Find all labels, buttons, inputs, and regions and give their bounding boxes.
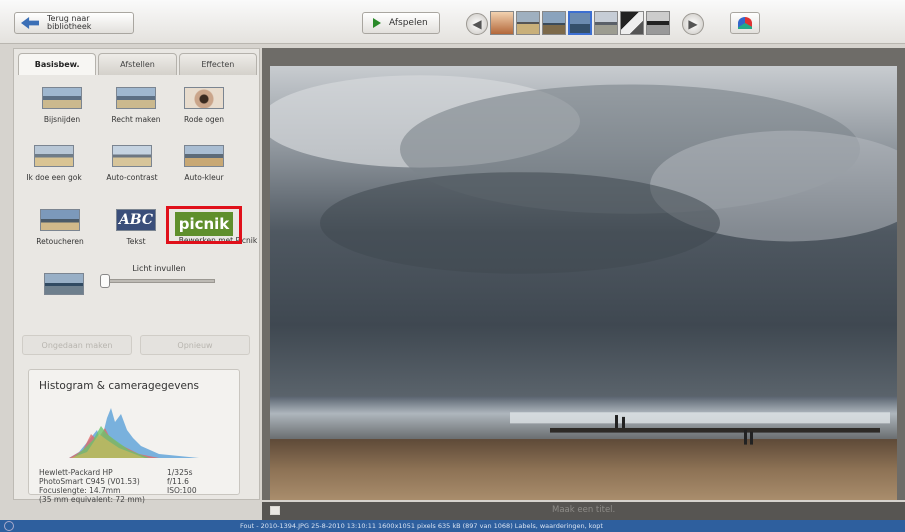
photo-viewer — [262, 48, 905, 500]
fill-light-label: Licht invullen — [132, 264, 186, 273]
fill-light-slider[interactable] — [100, 274, 215, 288]
filmstrip-thumbnail[interactable] — [646, 11, 670, 35]
tool-label: Auto-contrast — [106, 173, 158, 182]
tab-adjust[interactable]: Afstellen — [98, 53, 177, 75]
tool-crop[interactable]: Bijsnijden — [22, 87, 102, 124]
back-to-library-button[interactable]: Terug naar bibliotheek — [14, 12, 134, 34]
edit-tabs: Basisbew. Afstellen Effecten — [14, 49, 261, 75]
tab-effects[interactable]: Effecten — [178, 53, 257, 75]
fill-light-control: Licht invullen — [99, 264, 219, 288]
tool-retouch[interactable]: Retoucheren — [20, 209, 100, 246]
right-arrow-icon: ▶ — [688, 17, 698, 31]
fill-light-icon — [44, 273, 84, 295]
photo-title-input[interactable]: Maak een titel. — [552, 505, 615, 515]
tool-text[interactable]: ABC Tekst — [96, 209, 176, 246]
next-photo-button[interactable]: ▶ — [682, 13, 704, 35]
redo-button[interactable]: Opnieuw — [140, 335, 250, 355]
status-info-icon[interactable] — [4, 521, 14, 531]
straighten-icon — [116, 87, 156, 109]
top-toolbar: Terug naar bibliotheek Afspelen ◀ ▶ — [0, 0, 905, 44]
play-label: Afspelen — [389, 18, 428, 28]
tool-red-eye[interactable]: Rode ogen — [164, 87, 244, 124]
edit-panel: Basisbew. Afstellen Effecten Bijsnijden … — [13, 48, 261, 504]
filmstrip-thumbnail[interactable] — [620, 11, 644, 35]
filmstrip-thumbnail-current[interactable] — [568, 11, 592, 35]
picnik-highlight[interactable]: picnik — [166, 206, 242, 244]
slider-knob[interactable] — [100, 274, 110, 288]
color-wheel-icon — [738, 17, 752, 29]
camera-line: Hewlett-Packard HP — [39, 468, 113, 477]
filmstrip-thumbnail[interactable] — [490, 11, 514, 35]
tool-label: Bijsnijden — [43, 115, 81, 124]
photo-title-bar: Maak een titel. — [262, 502, 905, 520]
undo-button[interactable]: Ongedaan maken — [22, 335, 132, 355]
auto-color-icon — [184, 145, 224, 167]
tool-auto-contrast[interactable]: Auto-contrast — [92, 145, 172, 182]
auto-contrast-icon — [112, 145, 152, 167]
camera-line: Focuslengte: 14.7mm — [39, 486, 121, 495]
crop-icon — [42, 87, 82, 109]
filmstrip-thumbnail[interactable] — [542, 11, 566, 35]
exposure-line: f/11.6 — [167, 477, 189, 486]
color-tool-button[interactable] — [730, 12, 760, 34]
tool-auto-color[interactable]: Auto-kleur — [164, 145, 244, 182]
histogram-title: Histogram & cameragegevens — [39, 380, 200, 392]
camera-info: Hewlett-Packard HP PhotoSmart C945 (V01.… — [39, 468, 145, 504]
filmstrip-thumbnail[interactable] — [516, 11, 540, 35]
tool-label: Ik doe een gok — [26, 173, 82, 182]
tool-label: Auto-kleur — [184, 173, 224, 182]
back-arrow-icon — [21, 17, 39, 29]
camera-line: (35 mm equivalent: 72 mm) — [39, 495, 145, 504]
exposure-line: ISO:100 — [167, 486, 197, 495]
tab-basic-edit[interactable]: Basisbew. — [18, 53, 97, 75]
tool-label: Retoucheren — [36, 237, 84, 246]
red-eye-icon — [184, 87, 224, 109]
tool-label: Tekst — [126, 237, 146, 246]
camera-line: PhotoSmart C945 (V01.53) — [39, 477, 140, 486]
tool-auto-fix[interactable]: Ik doe een gok — [14, 145, 94, 182]
picnik-icon: picnik — [175, 212, 233, 236]
histogram-panel: Histogram & cameragegevens Hewlett-Packa… — [28, 369, 240, 504]
tool-label: Rode ogen — [184, 115, 224, 124]
back-label-line2: bibliotheek — [47, 22, 92, 31]
slideshow-play-button[interactable]: Afspelen — [362, 12, 440, 34]
exposure-line: 1/325s — [167, 468, 193, 477]
retouch-icon — [40, 209, 80, 231]
histogram-graph — [49, 408, 199, 458]
auto-fix-icon — [34, 145, 74, 167]
previous-photo-button[interactable]: ◀ — [466, 13, 488, 35]
info-toggle-icon[interactable] — [270, 506, 280, 515]
status-bar: Fout - 2010-1394.JPG 25-8-2010 13:10:11 … — [0, 520, 905, 532]
tool-label: Recht maken — [111, 115, 161, 124]
play-icon — [373, 18, 381, 28]
main-photo[interactable] — [270, 66, 897, 500]
tool-fill-light — [24, 273, 104, 301]
text-icon: ABC — [116, 209, 156, 231]
status-text: Fout - 2010-1394.JPG 25-8-2010 13:10:11 … — [240, 522, 603, 530]
exposure-info: 1/325s f/11.6 ISO:100 — [167, 468, 197, 495]
filmstrip-thumbnail[interactable] — [594, 11, 618, 35]
left-arrow-icon: ◀ — [472, 17, 482, 31]
